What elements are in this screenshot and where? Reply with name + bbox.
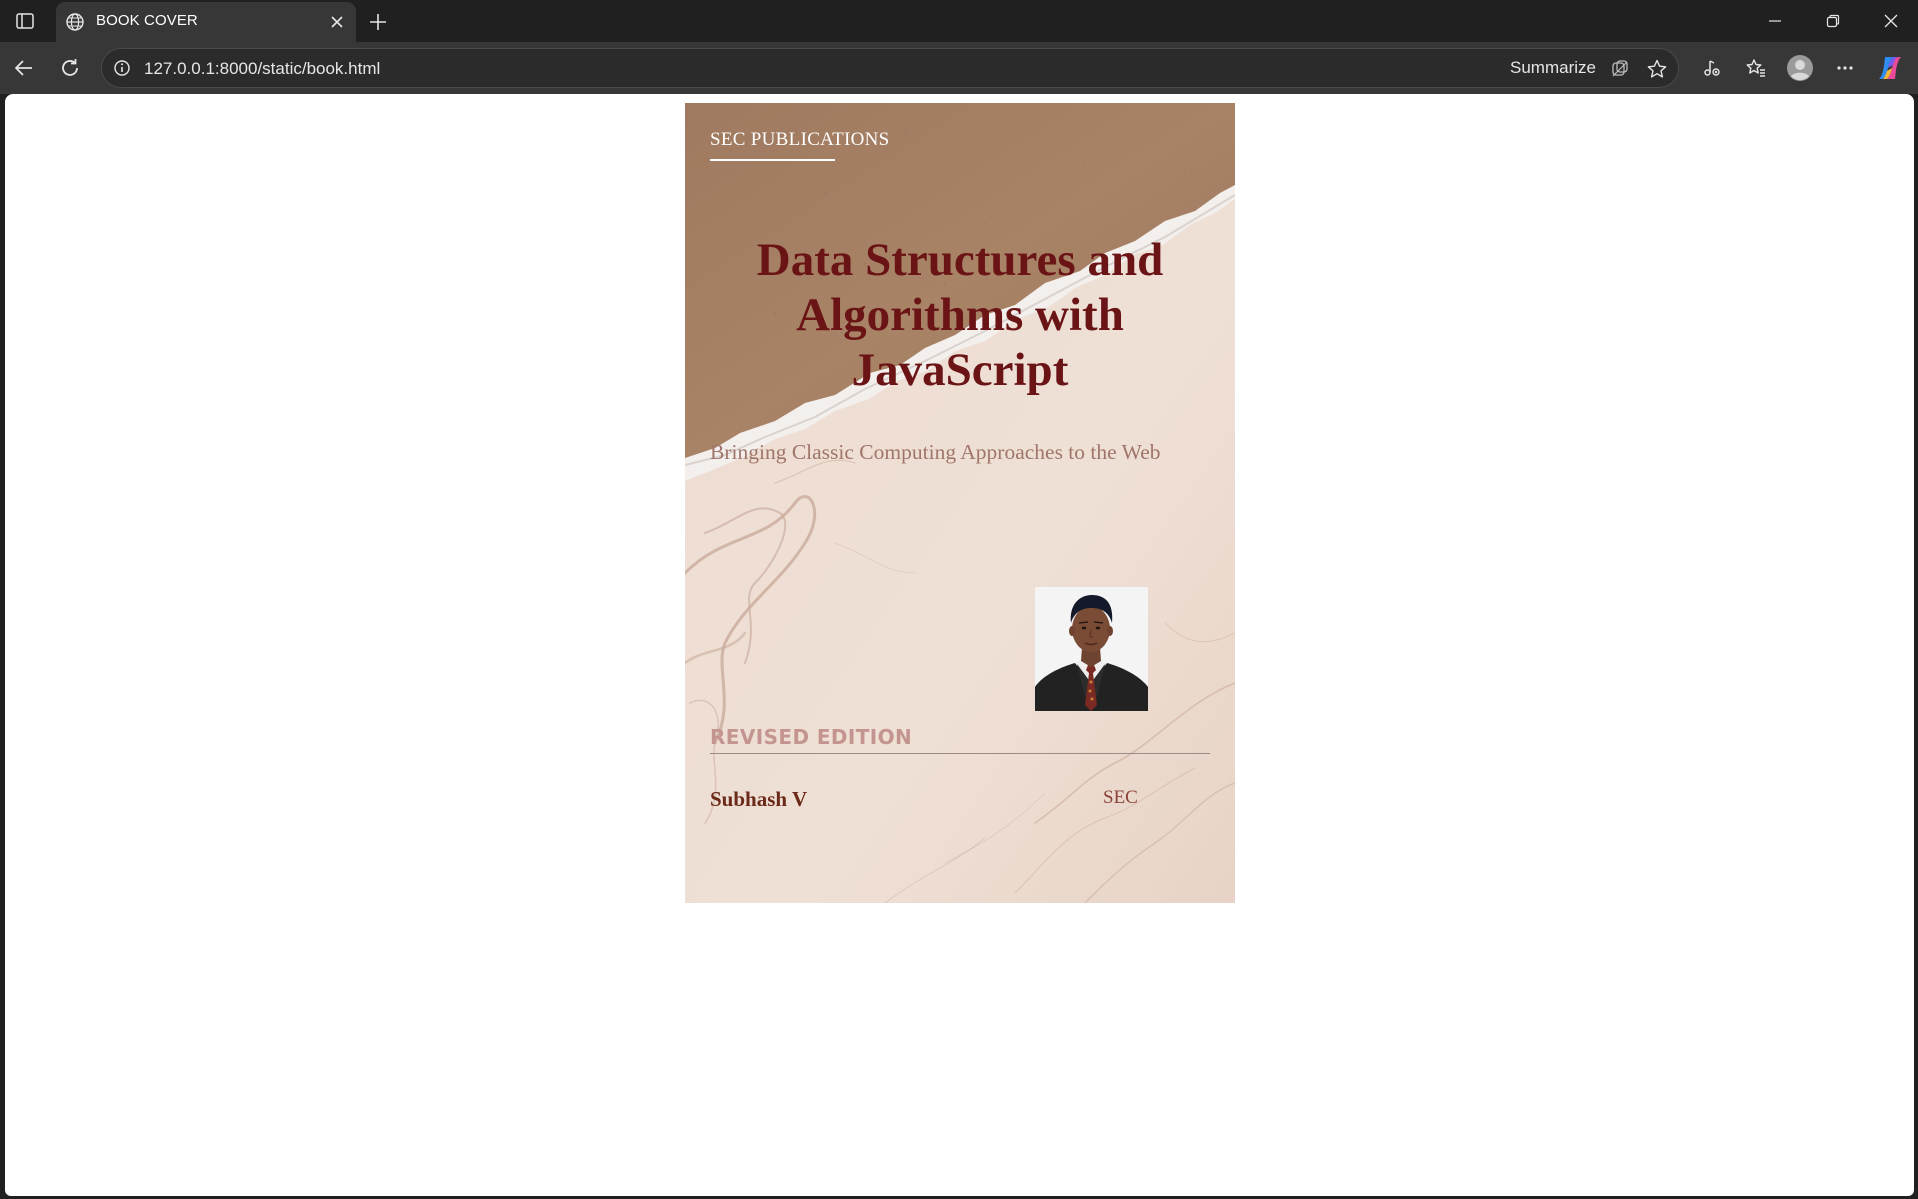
edition-divider — [710, 753, 1210, 754]
sidebar-toggle-icon[interactable] — [13, 9, 37, 33]
favorite-star-icon[interactable] — [1645, 57, 1669, 81]
copilot-icon[interactable] — [1874, 52, 1906, 84]
site-info-icon[interactable] — [111, 57, 133, 79]
minimize-icon[interactable] — [1752, 6, 1798, 36]
summarize-button[interactable]: Summarize — [1510, 58, 1596, 78]
author-photo — [1035, 587, 1148, 711]
book-title-line: Algorithms with — [796, 289, 1124, 341]
book-cover: SEC PUBLICATIONS Data Structures and Alg… — [685, 103, 1235, 903]
book-title-line: JavaScript — [851, 344, 1069, 396]
read-aloud-icon[interactable] — [1696, 52, 1728, 84]
cover-background-art — [685, 103, 1235, 903]
url-text[interactable]: 127.0.0.1:8000/static/book.html — [144, 59, 380, 79]
restore-icon[interactable] — [1810, 6, 1856, 36]
tab-book-cover[interactable]: BOOK COVER — [56, 2, 356, 42]
imprint-label: SEC — [1103, 787, 1138, 808]
publisher-name: SEC PUBLICATIONS — [710, 129, 890, 150]
book-subtitle: Bringing Classic Computing Approaches to… — [710, 440, 1161, 464]
profile-avatar-icon[interactable] — [1784, 52, 1816, 84]
address-bar[interactable]: 127.0.0.1:8000/static/book.html Summariz… — [101, 48, 1679, 88]
refresh-icon[interactable] — [54, 52, 86, 84]
new-tab-icon[interactable] — [364, 8, 392, 36]
edition-label: REVISED EDITION — [710, 725, 913, 749]
author-name: Subhash V — [710, 787, 808, 811]
globe-icon — [64, 11, 86, 33]
tab-title: BOOK COVER — [96, 12, 198, 29]
back-arrow-icon[interactable] — [8, 52, 40, 84]
title-bar: BOOK COVER — [0, 0, 1918, 42]
close-tab-icon[interactable] — [326, 11, 348, 33]
close-window-icon[interactable] — [1868, 6, 1914, 36]
publisher-underline — [710, 159, 835, 161]
page-viewport: SEC PUBLICATIONS Data Structures and Alg… — [5, 94, 1914, 1196]
browser-toolbar: 127.0.0.1:8000/static/book.html Summariz… — [0, 42, 1918, 94]
favorites-list-icon[interactable] — [1740, 52, 1772, 84]
more-options-icon[interactable] — [1829, 52, 1861, 84]
book-title: Data Structures and Algorithms with Java… — [725, 233, 1195, 398]
book-title-line: Data Structures and — [756, 234, 1164, 286]
copilot-summarize-icon[interactable] — [1608, 57, 1632, 81]
